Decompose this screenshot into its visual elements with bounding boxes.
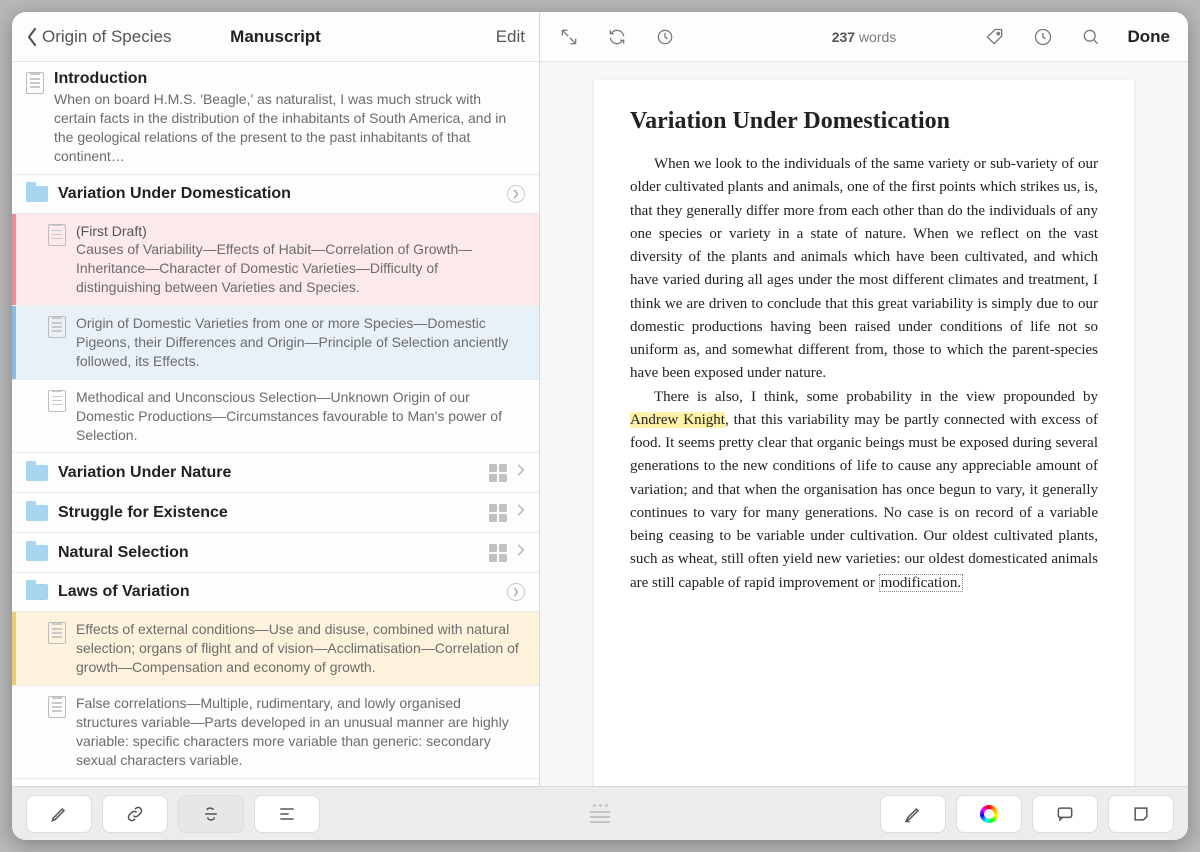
item-synopsis: Effects of external conditions—Use and d… [76, 620, 525, 677]
chevron-right-icon[interactable] [517, 503, 525, 522]
note-button[interactable] [1108, 795, 1174, 833]
tag-icon[interactable] [984, 26, 1006, 48]
binder-item-introduction[interactable]: Introduction When on board H.M.S. 'Beagl… [12, 62, 539, 175]
text-cursor: modification. [879, 574, 963, 592]
bottom-toolbar [12, 786, 1188, 840]
document-icon [48, 224, 66, 246]
grid-view-icon[interactable] [489, 504, 507, 522]
editor-toolbar: 237 words Done [540, 12, 1188, 62]
folder-title: Variation Under Domestication [58, 185, 497, 203]
highlighter-button[interactable] [880, 795, 946, 833]
binder-folder-laws-variation[interactable]: Laws of Variation [12, 573, 539, 612]
item-title: Introduction [54, 70, 525, 88]
binder-item-false-correlations[interactable]: False correlations—Multiple, rudimentary… [12, 686, 539, 779]
document-icon [48, 622, 66, 644]
document-icon [26, 72, 44, 94]
color-wheel-icon [980, 805, 998, 823]
strikethrough-button[interactable] [178, 795, 244, 833]
link-button[interactable] [102, 795, 168, 833]
folder-title: Struggle for Existence [58, 504, 479, 522]
editor-area[interactable]: Variation Under Domestication When we lo… [540, 62, 1188, 840]
document-icon [48, 316, 66, 338]
folder-icon [26, 465, 48, 481]
item-synopsis: Causes of Variability—Effects of Habit—C… [76, 240, 525, 297]
folder-icon [26, 545, 48, 561]
drag-handle[interactable] [330, 804, 870, 823]
color-button[interactable] [956, 795, 1022, 833]
paragraph-1: When we look to the individuals of the s… [630, 153, 1098, 386]
item-synopsis: When on board H.M.S. 'Beagle,' as natura… [54, 90, 525, 166]
binder-item-external-conditions[interactable]: Effects of external conditions—Use and d… [12, 612, 539, 686]
binder-item-first-draft[interactable]: (First Draft) Causes of Variability—Effe… [12, 214, 539, 307]
edit-button[interactable]: Edit [496, 27, 525, 47]
paragraph-2: There is also, I think, some probability… [630, 386, 1098, 595]
sync-icon[interactable] [606, 26, 628, 48]
disclosure-button[interactable] [507, 185, 525, 203]
binder-list[interactable]: Introduction When on board H.M.S. 'Beagl… [12, 62, 539, 840]
document-icon [48, 390, 66, 412]
binder-folder-variation-domestication[interactable]: Variation Under Domestication [12, 175, 539, 214]
folder-title: Natural Selection [58, 544, 479, 562]
folder-icon [26, 505, 48, 521]
binder-item-methodical-selection[interactable]: Methodical and Unconscious Selection—Unk… [12, 380, 539, 454]
chevron-right-icon[interactable] [517, 463, 525, 482]
chevron-right-icon[interactable] [517, 543, 525, 562]
binder-folder-natural-selection[interactable]: Natural Selection [12, 533, 539, 573]
item-synopsis: Methodical and Unconscious Selection—Unk… [76, 388, 525, 445]
comment-button[interactable] [1032, 795, 1098, 833]
binder-header: Origin of Species Manuscript Edit [12, 12, 539, 62]
item-synopsis: False correlations—Multiple, rudimentary… [76, 694, 525, 770]
folder-icon [26, 186, 48, 202]
manuscript-page[interactable]: Variation Under Domestication When we lo… [594, 80, 1134, 822]
binder-folder-struggle[interactable]: Struggle for Existence [12, 493, 539, 533]
highlighted-text: Andrew Knight [630, 412, 725, 428]
search-icon[interactable] [1080, 26, 1102, 48]
align-button[interactable] [254, 795, 320, 833]
item-title: (First Draft) [76, 222, 525, 241]
document-icon [48, 696, 66, 718]
folder-icon [26, 584, 48, 600]
item-synopsis: Origin of Domestic Varieties from one or… [76, 314, 525, 371]
grid-view-icon[interactable] [489, 544, 507, 562]
compose-button[interactable] [26, 795, 92, 833]
page-heading: Variation Under Domestication [630, 108, 1098, 135]
label-marker [12, 214, 16, 306]
target-icon[interactable] [654, 26, 676, 48]
chevron-left-icon [26, 27, 38, 47]
back-label: Origin of Species [42, 27, 171, 47]
grid-view-icon[interactable] [489, 464, 507, 482]
back-button[interactable]: Origin of Species [26, 27, 171, 47]
binder-item-domestic-varieties[interactable]: Origin of Domestic Varieties from one or… [12, 306, 539, 380]
done-button[interactable]: Done [1128, 27, 1171, 47]
label-marker [12, 306, 16, 379]
binder-folder-variation-nature[interactable]: Variation Under Nature [12, 453, 539, 493]
history-icon[interactable] [1032, 26, 1054, 48]
disclosure-button[interactable] [507, 583, 525, 601]
expand-icon[interactable] [558, 26, 580, 48]
folder-title: Laws of Variation [58, 583, 497, 601]
folder-title: Variation Under Nature [58, 464, 479, 482]
label-marker [12, 612, 16, 685]
